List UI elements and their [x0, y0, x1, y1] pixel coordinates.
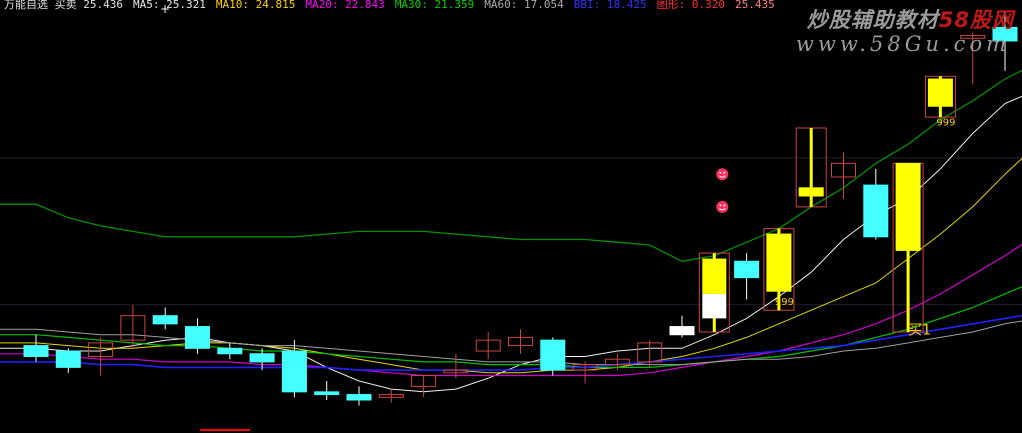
- label-999: 999: [775, 297, 794, 308]
- candle-body: [863, 184, 889, 238]
- candle-body: [152, 315, 178, 325]
- smile-icon-eye: [723, 204, 726, 207]
- ma-line-ma60: [0, 302, 1022, 366]
- watermark-url: www.58Gu.com: [795, 32, 1010, 56]
- candle-body: [346, 394, 372, 401]
- ma-line-ma30: [0, 247, 1022, 368]
- smile-icon-eye: [723, 171, 726, 174]
- candle-body: [55, 350, 81, 368]
- legend-entry: 25.435: [735, 0, 775, 10]
- candle-body: [217, 347, 243, 355]
- label-buy: 买1: [908, 323, 931, 339]
- candle-body: [927, 78, 953, 107]
- candle-body: [798, 187, 824, 197]
- candle-body: [702, 293, 727, 319]
- candle-body: [669, 326, 695, 336]
- candle-body: [314, 391, 340, 396]
- smile-icon: [716, 168, 729, 181]
- smile-icon-eye: [719, 171, 722, 174]
- watermark-title: 炒股辅助教材58股网: [807, 4, 1014, 34]
- legend-entry: 万能自选 买卖 25.436: [4, 0, 123, 10]
- candle-body: [734, 260, 760, 279]
- crosshair-cursor-icon: +: [160, 2, 171, 16]
- legend-entry: MA20: 22.843: [305, 0, 385, 10]
- legend-entry: MA10: 24.815: [215, 0, 296, 10]
- candle-body: [281, 350, 307, 393]
- candle-body: [702, 258, 727, 294]
- candle-body: [895, 162, 921, 251]
- watermark-title-site: 58股网: [938, 8, 1014, 32]
- legend-entry: 图形: 0.320: [656, 0, 725, 10]
- smile-icon-eye: [719, 204, 722, 207]
- candlestick-chart: 999999999买1买1: [0, 11, 1022, 431]
- legend-entry: BBI: 18.425: [573, 0, 647, 10]
- legend-entry: MA60: 17.054: [484, 0, 564, 10]
- smile-icon: [716, 200, 729, 213]
- label-999: 999: [936, 117, 955, 128]
- candle-body: [766, 233, 792, 292]
- candle-body: [249, 353, 275, 363]
- watermark-title-cn: 炒股辅助教材: [806, 8, 939, 32]
- legend-entry: MA30: 21.359: [394, 0, 475, 10]
- candle-body: [23, 345, 49, 357]
- candle-body: [185, 326, 210, 349]
- indicator-legend: 万能自选 买卖 25.436 MA5: 25.321 MA10: 24.815 MA2…: [4, 0, 785, 10]
- candle-body: [540, 339, 566, 371]
